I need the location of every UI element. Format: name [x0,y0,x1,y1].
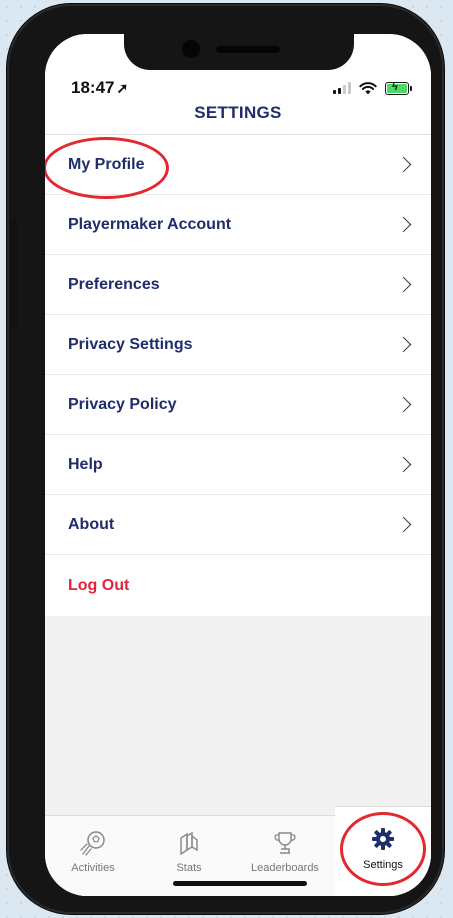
front-camera [182,40,200,58]
chevron-right-icon [395,156,412,172]
menu-item-about[interactable]: About [45,495,431,555]
menu-item-privacy-policy[interactable]: Privacy Policy [45,375,431,435]
chevron-right-icon [395,336,412,352]
tab-label: Stats [176,862,202,874]
menu-item-label: Privacy Settings [68,335,193,353]
tab-label: Leaderboards [251,862,319,874]
menu-item-label: Help [68,455,103,473]
tab-label: Settings [363,859,403,871]
menu-item-label: Preferences [68,275,160,293]
chevron-right-icon [395,276,412,292]
app-screen: 18:47 ➚ ϟ SETTINGS My Profile Playermake… [45,34,431,896]
menu-item-log-out[interactable]: Log Out [45,555,431,616]
menu-item-label: Log Out [68,576,130,594]
phone-frame: 18:47 ➚ ϟ SETTINGS My Profile Playermake… [7,4,444,914]
page-title: SETTINGS [45,100,431,135]
stats-cards-icon [180,831,198,856]
menu-item-label: About [68,515,115,533]
status-time: 18:47 ➚ [71,78,128,98]
status-icons: ϟ [333,80,412,96]
menu-item-help[interactable]: Help [45,435,431,495]
tab-label: Activities [71,862,115,874]
menu-item-label: Playermaker Account [68,215,232,233]
chevron-right-icon [395,396,412,412]
chevron-right-icon [395,216,412,232]
battery-icon: ϟ [385,81,412,95]
menu-item-privacy-settings[interactable]: Privacy Settings [45,315,431,375]
cellular-signal-icon [333,82,351,94]
menu-item-label: My Profile [68,155,145,173]
location-arrow-icon: ➚ [116,80,129,96]
gear-icon [372,828,394,850]
tab-settings[interactable]: Settings [335,806,431,896]
wifi-icon [359,81,377,94]
menu-item-label: Privacy Policy [68,395,177,413]
menu-item-preferences[interactable]: Preferences [45,255,431,315]
status-time-text: 18:47 [71,78,115,97]
chevron-right-icon [395,516,412,532]
side-button [11,218,17,330]
soccer-ball-icon [80,831,105,856]
phone-notch [124,34,354,70]
trophy-icon [274,832,296,854]
menu-item-my-profile[interactable]: My Profile [45,135,431,199]
tab-bar: Activities Stats Leaderboards Settings [45,806,431,896]
settings-menu: My Profile Playermaker Account Preferenc… [45,135,431,616]
menu-item-playermaker-account[interactable]: Playermaker Account [45,195,431,255]
chevron-right-icon [395,456,412,472]
earpiece-speaker [216,46,280,53]
home-indicator[interactable] [173,881,307,886]
tab-activities[interactable]: Activities [45,816,141,896]
